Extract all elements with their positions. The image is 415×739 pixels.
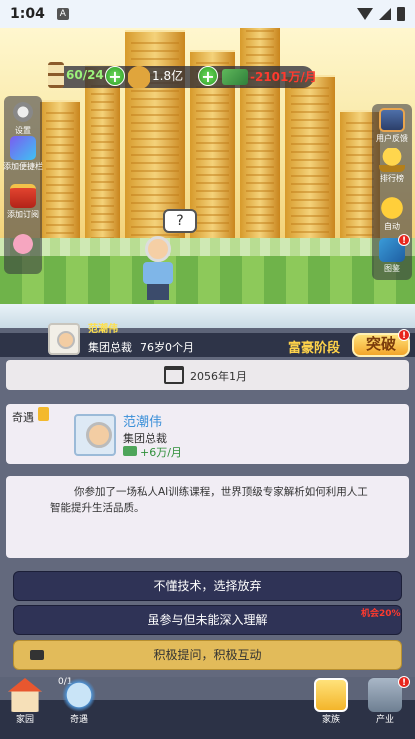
play-icon bbox=[379, 196, 405, 220]
building bbox=[40, 100, 80, 250]
thought-bubble[interactable]: ? bbox=[163, 209, 197, 233]
hedge bbox=[0, 238, 415, 308]
signal-icon bbox=[379, 8, 391, 20]
player-name: 范潮伟 bbox=[88, 324, 118, 335]
calendar-icon bbox=[164, 366, 184, 384]
subscribe-button[interactable]: 添加订阅 bbox=[3, 184, 43, 220]
trophy-icon bbox=[379, 148, 405, 172]
player-age: 76岁0个月 bbox=[140, 341, 194, 354]
add-energy-button[interactable]: + bbox=[105, 66, 125, 86]
feedback-button[interactable]: 用户反馈 bbox=[372, 108, 412, 144]
event-income: +6万/月 bbox=[140, 446, 182, 459]
add-shortcut-button[interactable]: 添加便捷栏 bbox=[3, 136, 43, 172]
cash-icon bbox=[123, 446, 137, 456]
player-title: 集团总裁 bbox=[88, 341, 132, 354]
nav-home[interactable]: 家园 bbox=[8, 678, 42, 725]
house-icon bbox=[8, 678, 42, 712]
clock: 1:04 bbox=[10, 6, 45, 22]
breakthrough-red-dot: ! bbox=[398, 329, 410, 341]
family-icon bbox=[314, 678, 348, 712]
nav-industry[interactable]: 产业 bbox=[368, 678, 402, 725]
event-person-name: 范潮伟 bbox=[123, 415, 163, 430]
nav-home-label: 家园 bbox=[15, 715, 34, 725]
energy-resource: 60/24 bbox=[48, 62, 104, 88]
income-resource: -2101万/月 bbox=[222, 68, 317, 85]
hourglass-icon bbox=[48, 62, 64, 88]
event-tag-icon bbox=[38, 407, 49, 421]
status-icons bbox=[357, 7, 405, 21]
event-date: 2056年1月 bbox=[190, 370, 247, 383]
money-value: 1.8亿 bbox=[152, 68, 184, 83]
feedback-icon bbox=[379, 108, 405, 132]
nav-family[interactable]: 家族 bbox=[314, 678, 348, 725]
gear-icon bbox=[10, 100, 36, 124]
event-description: 你参加了一场私人AI训练课程，世界顶级专家解析如何利用人工智能提升生活品质。 bbox=[50, 486, 368, 514]
character-head bbox=[145, 236, 171, 262]
nav-industry-label: 产业 bbox=[375, 715, 394, 725]
event-tag: 奇遇 bbox=[12, 411, 34, 424]
money-resource: 1.8亿 bbox=[128, 62, 183, 88]
choice-partial[interactable]: 虽参与但未能深入理解 bbox=[13, 605, 402, 635]
nav-family-label: 家族 bbox=[321, 715, 340, 725]
add-shortcut-label: 添加便捷栏 bbox=[3, 162, 43, 171]
treasure-chest-icon bbox=[10, 184, 36, 208]
character-body bbox=[143, 262, 173, 284]
ranking-label: 排行榜 bbox=[380, 174, 404, 183]
video-icon bbox=[30, 650, 44, 660]
nav-wonder-label: 奇遇 bbox=[69, 715, 88, 725]
atlas-red-dot: ! bbox=[398, 234, 410, 246]
income-value: -2101万/月 bbox=[250, 70, 317, 84]
feedback-label: 用户反馈 bbox=[376, 134, 408, 143]
choice-active[interactable]: 积极提问，积极互动 bbox=[13, 640, 402, 670]
money-bag-icon bbox=[128, 62, 150, 88]
player-avatar[interactable] bbox=[48, 323, 80, 355]
wifi-icon bbox=[357, 8, 373, 20]
auto-label: 自动 bbox=[384, 222, 400, 231]
add-money-button[interactable]: + bbox=[198, 66, 218, 86]
event-card bbox=[6, 404, 409, 464]
player-character[interactable] bbox=[140, 236, 176, 302]
event-person-avatar bbox=[74, 414, 116, 456]
ranking-button[interactable]: 排行榜 bbox=[372, 148, 412, 184]
nav-wonder[interactable]: 奇遇 bbox=[62, 678, 96, 725]
wonder-icon bbox=[62, 678, 96, 712]
subscribe-label: 添加订阅 bbox=[7, 210, 39, 219]
building bbox=[85, 65, 120, 250]
industry-icon bbox=[368, 678, 402, 712]
auto-button[interactable]: 自动 bbox=[372, 196, 412, 232]
piggy-bank-icon bbox=[10, 232, 36, 256]
chance-badge: 机会20% bbox=[361, 609, 401, 619]
notification-a-icon: A bbox=[56, 8, 69, 20]
character-legs bbox=[147, 284, 169, 300]
building bbox=[285, 75, 335, 250]
settings-button[interactable]: 设置 bbox=[3, 100, 43, 136]
energy-value: 60/24 bbox=[66, 68, 104, 82]
building bbox=[240, 28, 280, 250]
atlas-label: 图鉴 bbox=[384, 264, 400, 273]
piggy-bank-button[interactable] bbox=[3, 232, 43, 257]
settings-label: 设置 bbox=[15, 126, 31, 135]
choice-give-up[interactable]: 不懂技术，选择放弃 bbox=[13, 571, 402, 601]
industry-red-dot: ! bbox=[398, 676, 410, 688]
diamond-gift-icon bbox=[10, 136, 36, 160]
cash-icon bbox=[222, 68, 248, 85]
wealth-stage: 富豪阶段 bbox=[288, 341, 341, 356]
status-bar: 1:04 A bbox=[0, 0, 415, 28]
battery-icon bbox=[397, 7, 405, 21]
